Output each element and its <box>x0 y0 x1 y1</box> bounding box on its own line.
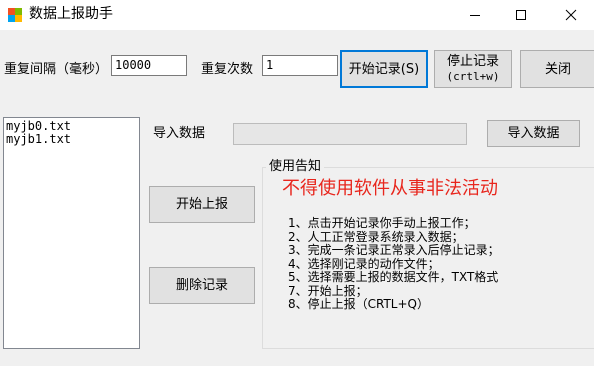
usage-step: 5、选择需要上报的数据文件，TXT格式 <box>288 270 499 284</box>
repeat-count-input[interactable]: 1 <box>262 55 338 76</box>
maximize-button[interactable] <box>498 0 544 30</box>
start-report-button[interactable]: 开始上报 <box>149 186 255 223</box>
usage-step: 8、停止上报（CRTL+Q） <box>288 297 429 311</box>
start-report-label: 开始上报 <box>175 197 228 212</box>
delete-record-label: 删除记录 <box>175 278 228 293</box>
close-button[interactable]: 关闭 <box>520 50 594 88</box>
maximize-icon <box>515 9 527 21</box>
app-icon <box>7 7 23 23</box>
usage-steps-list: 1、点击开始记录你手动上报工作； 2、人工正常登录系统录入数据； 3、完成一条记… <box>288 216 500 312</box>
import-data-button[interactable]: 导入数据 <box>487 120 580 147</box>
stop-record-shortcut: (crtl+w) <box>446 70 500 83</box>
window-title: 数据上报助手 <box>29 6 113 22</box>
record-file-list[interactable]: myjb0.txt myjb1.txt <box>3 117 140 349</box>
repeat-interval-label: 重复间隔（毫秒） <box>4 62 109 77</box>
close-button-label: 关闭 <box>544 61 571 77</box>
import-data-button-label: 导入数据 <box>507 126 560 141</box>
legal-warning-text: 不得使用软件从事非法活动 <box>282 178 498 199</box>
delete-record-button[interactable]: 删除记录 <box>149 267 255 304</box>
stop-record-label: 停止记录 <box>446 54 499 69</box>
title-bar[interactable]: 数据上报助手 <box>0 0 594 30</box>
stop-record-button[interactable]: 停止记录 (crtl+w) <box>434 50 512 88</box>
import-data-label: 导入数据 <box>153 126 206 141</box>
start-record-label: 开始记录(S) <box>348 61 420 77</box>
usage-step: 3、完成一条记录正常录入后停止记录； <box>288 243 500 257</box>
list-item[interactable]: myjb1.txt <box>5 133 138 146</box>
close-window-button[interactable] <box>548 0 594 30</box>
minimize-button[interactable] <box>452 0 498 30</box>
repeat-interval-input[interactable]: 10000 <box>111 55 187 76</box>
close-icon <box>565 9 577 21</box>
usage-step: 2、人工正常登录系统录入数据； <box>288 229 464 244</box>
import-progress-bar <box>233 123 467 145</box>
usage-step: 4、选择刚记录的动作文件； <box>288 256 440 271</box>
usage-notice-title: 使用告知 <box>266 159 325 175</box>
repeat-count-label: 重复次数 <box>201 62 254 77</box>
usage-step: 1、点击开始记录你手动上报工作； <box>288 216 476 230</box>
start-record-button[interactable]: 开始记录(S) <box>340 50 428 88</box>
usage-step: 7、开始上报； <box>288 283 368 298</box>
minimize-icon <box>469 9 481 21</box>
